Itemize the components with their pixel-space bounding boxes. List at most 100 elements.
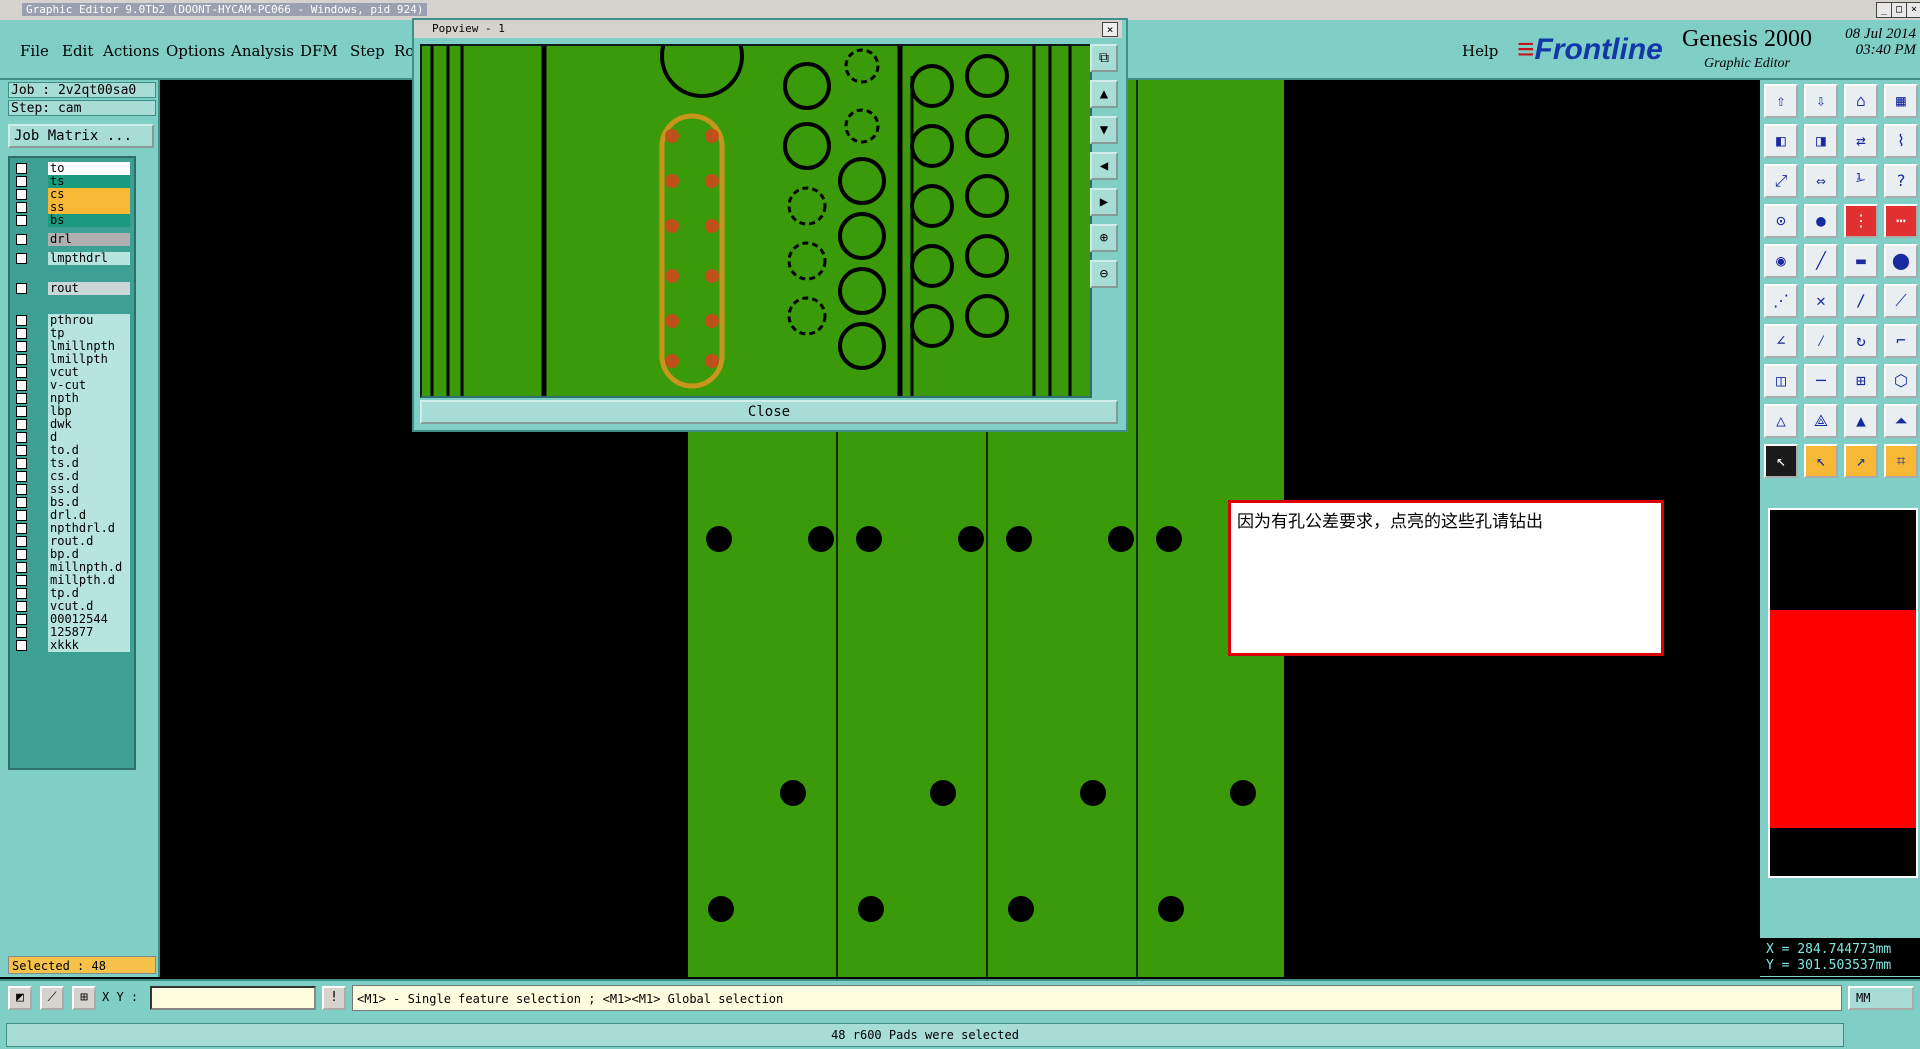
- layer-color-swatch[interactable]: [32, 509, 44, 522]
- arc-icon[interactable]: ↻: [1844, 324, 1878, 358]
- popview-pan-down-icon[interactable]: ▼: [1090, 116, 1118, 144]
- overview-map[interactable]: [1768, 508, 1918, 878]
- layer-color-swatch[interactable]: [32, 574, 44, 587]
- layer-color-swatch[interactable]: [32, 587, 44, 600]
- layer-color-swatch[interactable]: [32, 613, 44, 626]
- layer-color-swatch[interactable]: [32, 214, 44, 227]
- layer-row[interactable]: to: [12, 162, 130, 175]
- popview-pan-right-icon[interactable]: ▶: [1090, 188, 1118, 216]
- menu-edit[interactable]: Edit: [62, 42, 93, 60]
- layer-color-swatch[interactable]: [32, 626, 44, 639]
- rotate-select-icon[interactable]: ↗: [1844, 444, 1878, 478]
- select-pointer-alt-icon[interactable]: ↖: [1804, 444, 1838, 478]
- grid-icon[interactable]: ⊞: [72, 986, 96, 1010]
- layer-row[interactable]: ts: [12, 175, 130, 188]
- popview-pan-left-icon[interactable]: ◀: [1090, 152, 1118, 180]
- menu-file[interactable]: File: [20, 42, 49, 60]
- add-pad-icon[interactable]: ◉: [1764, 244, 1798, 278]
- layer-color-swatch[interactable]: [32, 548, 44, 561]
- layer-checkbox[interactable]: [16, 341, 27, 352]
- layer-color-swatch[interactable]: [32, 314, 44, 327]
- layer-checkbox[interactable]: [16, 432, 27, 443]
- layer-checkbox[interactable]: [16, 588, 27, 599]
- xy-input[interactable]: [150, 986, 316, 1010]
- layer-checkbox[interactable]: [16, 484, 27, 495]
- menu-help[interactable]: Help: [1462, 42, 1498, 60]
- line-edit-icon[interactable]: ⁄: [1804, 324, 1838, 358]
- layer-checkbox[interactable]: [16, 419, 27, 430]
- popview-pan-up-icon[interactable]: ▲: [1090, 80, 1118, 108]
- layer-row[interactable]: lmpthdrl: [12, 252, 130, 265]
- add-surface-icon[interactable]: ⬤: [1884, 244, 1918, 278]
- layer-checkbox[interactable]: [16, 627, 27, 638]
- layer-checkbox[interactable]: [16, 367, 27, 378]
- layer-checkbox[interactable]: [16, 406, 27, 417]
- split-icon[interactable]: ─: [1804, 364, 1838, 398]
- move-left-icon[interactable]: ◧: [1764, 124, 1798, 158]
- layer-checkbox[interactable]: [16, 189, 27, 200]
- layer-checkbox[interactable]: [16, 328, 27, 339]
- layer-checkbox[interactable]: [16, 601, 27, 612]
- connect-icon[interactable]: ⋰: [1764, 284, 1798, 318]
- layer-row[interactable]: bs: [12, 214, 130, 227]
- layer-checkbox[interactable]: [16, 315, 27, 326]
- window-icon[interactable]: ▦: [1884, 84, 1918, 118]
- layer-color-swatch[interactable]: [32, 282, 44, 295]
- align-icon[interactable]: ⊞: [1844, 364, 1878, 398]
- scale-icon[interactable]: ⅟: [1844, 164, 1878, 198]
- measure-tool-icon[interactable]: ⟋: [40, 986, 64, 1010]
- net-icon[interactable]: ⋮: [1844, 204, 1878, 238]
- layer-color-swatch[interactable]: [32, 162, 44, 175]
- layer-row[interactable]: ss: [12, 201, 130, 214]
- fillet-icon[interactable]: ⌐: [1884, 324, 1918, 358]
- snap-icon[interactable]: ◩: [8, 986, 32, 1010]
- units-selector[interactable]: MM: [1848, 986, 1914, 1010]
- layer-checkbox[interactable]: [16, 202, 27, 213]
- layer-row[interactable]: xkkk: [12, 639, 130, 652]
- layer-checkbox[interactable]: [16, 497, 27, 508]
- layer-color-swatch[interactable]: [32, 561, 44, 574]
- add-text-icon[interactable]: ▬: [1844, 244, 1878, 278]
- layer-color-swatch[interactable]: [32, 535, 44, 548]
- layer-color-swatch[interactable]: [32, 639, 44, 652]
- cross-icon[interactable]: ✕: [1804, 284, 1838, 318]
- pad-icon[interactable]: ●: [1804, 204, 1838, 238]
- layer-checkbox[interactable]: [16, 614, 27, 625]
- zoom-extents-icon[interactable]: ⤢: [1764, 164, 1798, 198]
- layer-checkbox[interactable]: [16, 510, 27, 521]
- layer-color-swatch[interactable]: [32, 379, 44, 392]
- layer-checkbox[interactable]: [16, 536, 27, 547]
- select-pointer-icon[interactable]: ↖: [1764, 444, 1798, 478]
- resize-icon[interactable]: ◫: [1764, 364, 1798, 398]
- layer-color-swatch[interactable]: [32, 233, 44, 246]
- home-icon[interactable]: ⌂: [1844, 84, 1878, 118]
- layer-checkbox[interactable]: [16, 640, 27, 651]
- menu-dfm[interactable]: DFM: [300, 42, 338, 60]
- layer-checkbox[interactable]: [16, 549, 27, 560]
- layer-checkbox[interactable]: [16, 234, 27, 245]
- triangle-edit-icon[interactable]: ⏶: [1884, 404, 1918, 438]
- route-select-icon[interactable]: ⌗: [1884, 444, 1918, 478]
- popview-zoom-view[interactable]: [420, 44, 1092, 398]
- layer-color-swatch[interactable]: [32, 366, 44, 379]
- layer-color-swatch[interactable]: [32, 522, 44, 535]
- layer-row[interactable]: drl: [12, 233, 130, 246]
- zoom-fit-icon[interactable]: ⇔: [1804, 164, 1838, 198]
- job-matrix-button[interactable]: Job Matrix ...: [8, 124, 154, 148]
- layer-checkbox[interactable]: [16, 523, 27, 534]
- layer-row[interactable]: cs: [12, 188, 130, 201]
- layer-color-swatch[interactable]: [32, 457, 44, 470]
- layer-checkbox[interactable]: [16, 562, 27, 573]
- layer-color-swatch[interactable]: [32, 470, 44, 483]
- layer-row[interactable]: pthrou: [12, 314, 130, 327]
- layer-color-swatch[interactable]: [32, 496, 44, 509]
- triangle-icon[interactable]: △: [1764, 404, 1798, 438]
- layer-color-swatch[interactable]: [32, 252, 44, 265]
- save-icon[interactable]: ⇩: [1804, 84, 1838, 118]
- link-icon[interactable]: ∕: [1844, 284, 1878, 318]
- popview-close-icon[interactable]: ×: [1102, 22, 1118, 37]
- menu-step[interactable]: Step: [350, 42, 385, 60]
- layer-checkbox[interactable]: [16, 458, 27, 469]
- layer-checkbox[interactable]: [16, 163, 27, 174]
- popview-zoom-fit-icon[interactable]: ⧉: [1090, 44, 1118, 72]
